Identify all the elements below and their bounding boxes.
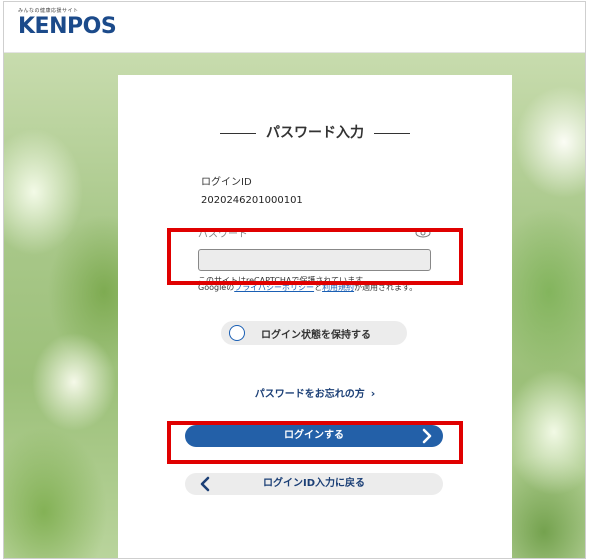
title-right-rule [374,132,410,134]
login-page: みんなの健康応援サイト KENPOS パスワード入力 ログインID 202024… [0,0,589,560]
back-button-label: ログインID入力に戻る [262,478,366,489]
remember-login-toggle[interactable]: ログイン状態を保持する [221,321,407,345]
forgot-password-link[interactable]: パスワードをお忘れの方 › [118,385,512,400]
chevron-right-icon: › [370,387,376,400]
remember-radio-icon[interactable] [229,325,245,341]
page-title: パスワード入力 [118,123,512,143]
site-header: みんなの健康応援サイト KENPOS [4,2,585,53]
logo-text: KENPOS [18,14,117,39]
page-title-text: パスワード入力 [266,125,364,141]
login-button-highlight-box [167,421,463,464]
kenpos-logo[interactable]: みんなの健康応援サイト KENPOS [18,8,117,40]
title-left-rule [220,132,256,134]
password-card: パスワード入力 ログインID 2020246201000101 パスワード この… [118,75,512,560]
login-id-value: 2020246201000101 [201,195,303,206]
login-id-label: ログインID [201,177,252,188]
forgot-password-label: パスワードをお忘れの方 [254,389,365,400]
password-highlight-box [167,228,463,285]
redaction-patch [200,206,448,224]
back-to-login-id-button[interactable]: ログインID入力に戻る [185,473,443,495]
remember-login-label: ログイン状態を保持する [261,330,371,341]
